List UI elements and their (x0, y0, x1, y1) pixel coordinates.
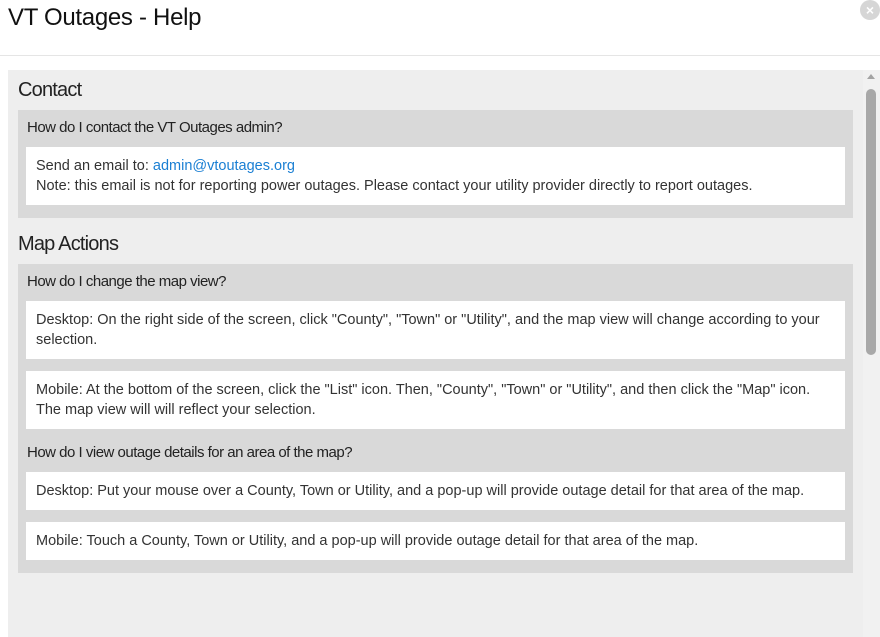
vertical-scrollbar[interactable] (863, 70, 880, 637)
email-note-text: Note: this email is not for reporting po… (36, 178, 753, 194)
dialog-header: VT Outages - Help × (0, 0, 880, 56)
answer-contact-admin: Send an email to: admin@vtoutages.org No… (26, 147, 845, 205)
answer-desktop-change-view: Desktop: On the right side of the screen… (26, 301, 845, 359)
close-button[interactable]: × (860, 0, 880, 20)
section-title-map-actions: Map Actions (18, 233, 119, 255)
qa-block-contact: How do I contact the VT Outages admin? S… (18, 110, 853, 218)
qa-block-map-actions: How do I change the map view? Desktop: O… (18, 264, 853, 573)
question-contact-admin: How do I contact the VT Outages admin? (27, 119, 283, 136)
section-title-contact: Contact (18, 79, 82, 101)
scroll-up-arrow-icon[interactable] (867, 74, 875, 79)
answer-mobile-outage-details: Mobile: Touch a County, Town or Utility,… (26, 522, 845, 560)
answer-mobile-change-view: Mobile: At the bottom of the screen, cli… (26, 371, 845, 429)
question-change-map-view: How do I change the map view? (27, 273, 226, 290)
email-prefix-text: Send an email to: (36, 158, 153, 174)
question-view-outage-details: How do I view outage details for an area… (27, 444, 353, 461)
help-content-panel[interactable]: Contact How do I contact the VT Outages … (8, 70, 863, 637)
dialog-title: VT Outages - Help (8, 4, 202, 31)
admin-email-link[interactable]: admin@vtoutages.org (153, 158, 295, 174)
answer-desktop-outage-details: Desktop: Put your mouse over a County, T… (26, 472, 845, 510)
scrollbar-thumb[interactable] (866, 89, 876, 355)
close-icon: × (865, 2, 875, 18)
